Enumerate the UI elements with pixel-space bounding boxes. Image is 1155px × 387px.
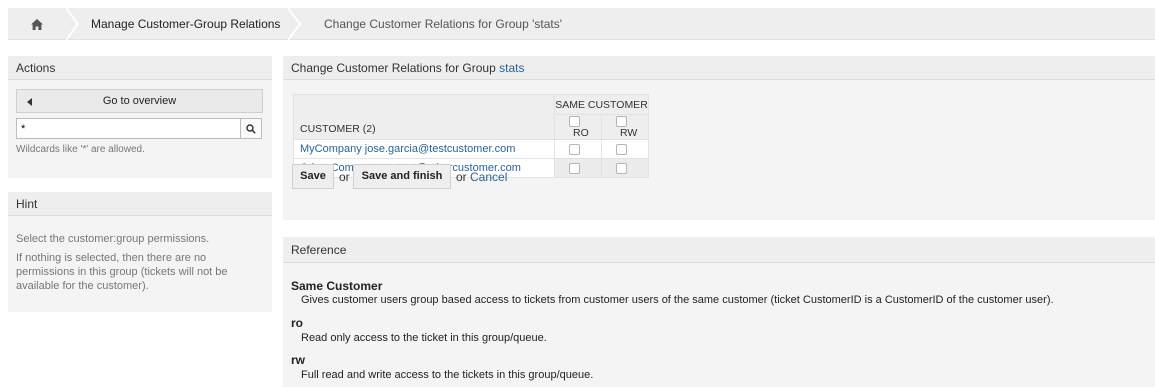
reference-title: Reference — [283, 237, 1155, 263]
rw-select-all-checkbox[interactable] — [616, 115, 627, 127]
go-to-overview-button[interactable]: Go to overview — [16, 89, 263, 113]
reference-term: rw — [291, 353, 306, 367]
actions-title: Actions — [8, 56, 272, 80]
or-separator: or — [339, 170, 350, 184]
hint-line-2: If nothing is selected, then there are n… — [16, 252, 228, 292]
search-box — [16, 118, 262, 139]
rw-cell — [601, 158, 649, 178]
hint-title: Hint — [8, 192, 272, 216]
breadcrumb-separator — [288, 8, 302, 40]
ro-cell — [554, 139, 602, 159]
breadcrumb-item-manage[interactable]: Manage Customer-Group Relations — [91, 8, 280, 40]
reference-term: ro — [291, 316, 303, 330]
reference-description: Read only access to the ticket in this g… — [301, 332, 547, 344]
or-separator: or — [456, 170, 467, 184]
same-customer-header: SAME CUSTOMER — [554, 94, 649, 115]
ro-checkbox[interactable] — [569, 143, 580, 155]
hint-line-1: Select the customer:group permissions. — [16, 233, 210, 245]
search-button[interactable] — [240, 119, 261, 138]
breadcrumb-home[interactable] — [8, 8, 66, 40]
main-panel: Change Customer Relations for Group stat… — [283, 56, 1155, 220]
breadcrumb-separator — [66, 8, 80, 40]
search-icon — [246, 123, 256, 134]
reference-description: Full read and write access to the ticket… — [301, 369, 594, 381]
ro-cell — [554, 158, 602, 178]
rw-cell — [601, 139, 649, 159]
ro-checkbox[interactable] — [569, 162, 580, 174]
main-title: Change Customer Relations for Group stat… — [283, 56, 1155, 80]
customer-relations-table: CUSTOMER (2) SAME CUSTOMER RO RW MyCompa… — [293, 94, 649, 178]
customer-cell: MyCompany jose.garcia@testcustomer.com — [293, 139, 555, 159]
table-row: MyCompany jose.garcia@testcustomer.com — [293, 139, 649, 159]
actions-panel: Actions Go to overview Wildcards like '*… — [8, 56, 272, 178]
customer-column-header: CUSTOMER (2) — [293, 94, 555, 140]
rw-column-label: RW — [620, 127, 638, 139]
go-to-overview-label: Go to overview — [102, 95, 177, 107]
cancel-link[interactable]: Cancel — [470, 170, 507, 184]
reference-description: Gives customer users group based access … — [301, 294, 1054, 306]
reference-term: Same Customer — [291, 279, 383, 293]
wildcard-hint: Wildcards like '*' are allowed. — [16, 144, 145, 155]
ro-column-header: RO — [554, 114, 602, 140]
rw-checkbox[interactable] — [616, 143, 627, 155]
save-and-finish-button[interactable]: Save and finish — [353, 164, 451, 189]
customer-search-input[interactable] — [17, 119, 227, 138]
group-name-link[interactable]: stats — [499, 61, 524, 75]
rw-checkbox[interactable] — [616, 162, 627, 174]
ro-select-all-checkbox[interactable] — [569, 115, 580, 127]
home-icon — [31, 18, 43, 30]
customer-link[interactable]: MyCompany jose.garcia@testcustomer.com — [300, 143, 515, 155]
rw-column-header: RW — [601, 114, 649, 140]
main-title-text: Change Customer Relations for Group — [291, 61, 496, 75]
save-button[interactable]: Save — [292, 164, 334, 189]
breadcrumb-item-current: Change Customer Relations for Group 'sta… — [324, 17, 563, 31]
ro-column-label: RO — [573, 127, 589, 139]
hint-panel: Hint Select the customer:group permissio… — [8, 192, 272, 312]
reference-panel: Reference Same Customer Gives customer u… — [283, 237, 1155, 387]
breadcrumb: Manage Customer-Group Relations Change C… — [8, 8, 1155, 40]
